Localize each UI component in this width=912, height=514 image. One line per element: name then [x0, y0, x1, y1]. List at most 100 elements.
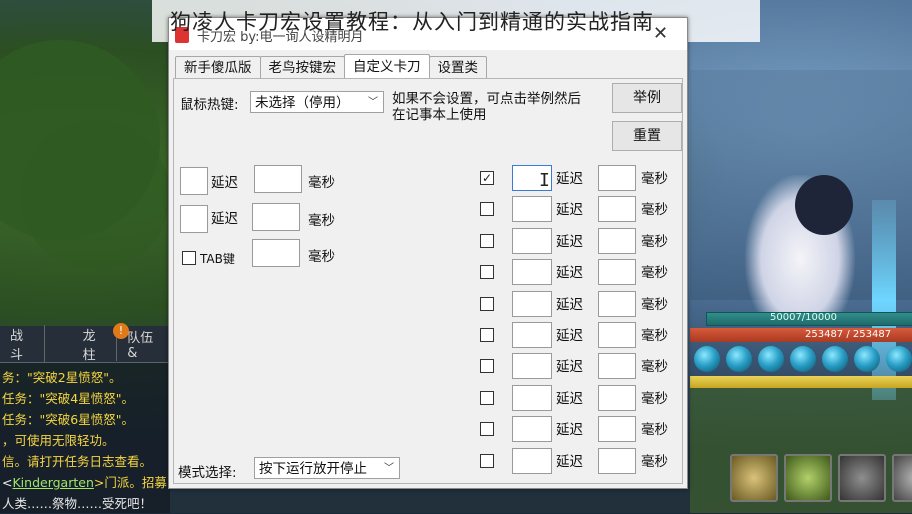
delay-label: 延迟 — [211, 211, 238, 227]
delay-label: 延迟 — [556, 359, 583, 375]
delay-label: 延迟 — [556, 422, 583, 438]
key-input[interactable] — [512, 353, 552, 379]
example-button[interactable]: 举例 — [612, 83, 682, 113]
chat-tab[interactable]: 龙柱 — [43, 325, 117, 363]
chat-message: 任务："突破6星愤怒"。 — [2, 412, 134, 427]
tab-settings[interactable]: 设置类 — [428, 56, 487, 79]
chat-player-link[interactable]: Kindergarten — [12, 475, 93, 490]
delay-input[interactable] — [252, 203, 300, 231]
energy-orb — [886, 346, 912, 372]
delay-input[interactable] — [598, 322, 636, 348]
key-input[interactable] — [512, 322, 552, 348]
chevron-down-icon: ﹀ — [368, 97, 378, 108]
tab-beginner[interactable]: 新手傻瓜版 — [175, 56, 261, 79]
tab-custom-cancel[interactable]: 自定义卡刀 — [344, 54, 430, 79]
delay-label: 延迟 — [556, 391, 583, 407]
skill-slot[interactable] — [838, 454, 886, 502]
delay-label: 延迟 — [211, 175, 238, 191]
ms-label: 毫秒 — [641, 422, 668, 438]
delay-input[interactable] — [598, 448, 636, 474]
notification-badge[interactable]: ! — [113, 323, 129, 339]
key-input[interactable] — [512, 385, 552, 411]
energy-orb — [854, 346, 880, 372]
close-icon[interactable]: ✕ — [653, 23, 668, 44]
tree-foliage — [20, 120, 170, 270]
delay-input[interactable] — [598, 353, 636, 379]
delay-label: 延迟 — [556, 171, 583, 187]
mode-select-value: 按下运行放开停止 — [259, 461, 367, 477]
chat-message: 人类……祭物……受死吧！ — [2, 496, 153, 511]
delay-label: 延迟 — [556, 328, 583, 344]
key-input[interactable] — [512, 448, 552, 474]
key-input[interactable] — [180, 167, 208, 195]
health-secondary-text: 50007/10000 — [770, 312, 837, 323]
delay-input[interactable] — [254, 165, 302, 193]
key-enable-checkbox[interactable] — [480, 265, 494, 279]
mode-select[interactable]: 按下运行放开停止 ﹀ — [254, 457, 400, 479]
energy-orb — [790, 346, 816, 372]
reset-button[interactable]: 重置 — [612, 121, 682, 151]
key-input[interactable] — [512, 196, 552, 222]
key-input[interactable] — [512, 416, 552, 442]
chat-message: 信。请打开任务日志查看。 — [2, 454, 153, 469]
tab-panel-custom: 鼠标热键: 未选择（停用） ﹀ 如果不会设置，可点击举例然后 在记事本上使用 举… — [173, 78, 683, 484]
tab-key-checkbox[interactable] — [182, 251, 196, 265]
delay-input[interactable] — [598, 228, 636, 254]
delay-input[interactable] — [598, 291, 636, 317]
delay-input[interactable] — [598, 259, 636, 285]
ms-label: 毫秒 — [641, 234, 668, 250]
chat-message: 务："突破2星愤怒"。 — [2, 370, 122, 385]
delay-label: 延迟 — [556, 265, 583, 281]
skill-slot[interactable] — [730, 454, 778, 502]
energy-orb — [726, 346, 752, 372]
delay-label: 延迟 — [556, 202, 583, 218]
delay-input[interactable] — [598, 196, 636, 222]
chevron-down-icon: ﹀ — [384, 463, 394, 474]
energy-orb — [822, 346, 848, 372]
delay-input[interactable] — [598, 165, 636, 191]
chat-message: ，可使用无限轻功。 — [2, 433, 115, 448]
key-enable-checkbox[interactable] — [480, 297, 494, 311]
key-enable-checkbox[interactable] — [480, 234, 494, 248]
page-title: 狗凌人卡刀宏设置教程：从入门到精通的实战指南 — [170, 10, 654, 34]
key-enable-checkbox[interactable] — [480, 202, 494, 216]
chat-message: 任务："突破4星愤怒"。 — [2, 391, 134, 406]
ms-label: 毫秒 — [641, 202, 668, 218]
ms-label: 毫秒 — [308, 249, 335, 265]
delay-label: 延迟 — [556, 234, 583, 250]
delay-label: 延迟 — [556, 297, 583, 313]
skill-slot[interactable] — [784, 454, 832, 502]
key-enable-checkbox[interactable]: ✓ — [480, 171, 494, 185]
delay-input[interactable] — [598, 416, 636, 442]
tab-strip: 新手傻瓜版 老鸟按键宏 自定义卡刀 设置类 — [175, 54, 487, 79]
tab-key-label: TAB键 — [200, 252, 235, 266]
key-enable-checkbox[interactable] — [480, 328, 494, 342]
ms-label: 毫秒 — [641, 391, 668, 407]
ms-label: 毫秒 — [641, 265, 668, 281]
hotkey-label: 鼠标热键: — [180, 97, 239, 113]
skill-slot[interactable] — [892, 454, 912, 502]
macro-settings-window: 卡刀宏 by:电一询人设精明月 ✕ 新手傻瓜版 老鸟按键宏 自定义卡刀 设置类 … — [168, 17, 688, 489]
energy-orb — [758, 346, 784, 372]
chat-panel: 战斗 龙柱 队伍& 务："突破2星愤怒"。 任务："突破4星愤怒"。 任务："突… — [0, 325, 170, 513]
text-cursor-icon: I — [539, 170, 550, 191]
chat-tab[interactable]: 战斗 — [0, 325, 44, 363]
key-enable-checkbox[interactable] — [480, 422, 494, 436]
delay-input[interactable] — [598, 385, 636, 411]
key-enable-checkbox[interactable] — [480, 391, 494, 405]
hotkey-select[interactable]: 未选择（停用） ﹀ — [250, 91, 384, 113]
player-character-head — [795, 175, 853, 235]
tab-advanced-macro[interactable]: 老鸟按键宏 — [259, 56, 345, 79]
delay-input[interactable] — [252, 239, 300, 267]
key-input[interactable] — [512, 291, 552, 317]
key-input[interactable] — [512, 228, 552, 254]
ms-label: 毫秒 — [641, 454, 668, 470]
key-enable-checkbox[interactable] — [480, 359, 494, 373]
stamina-bar — [690, 376, 912, 388]
key-enable-checkbox[interactable] — [480, 454, 494, 468]
health-text: 253487 / 253487 — [805, 329, 892, 340]
chat-text: >门派。招募 — [93, 475, 167, 490]
hotkey-select-value: 未选择（停用） — [255, 95, 350, 111]
key-input[interactable] — [512, 259, 552, 285]
key-input[interactable] — [180, 205, 208, 233]
